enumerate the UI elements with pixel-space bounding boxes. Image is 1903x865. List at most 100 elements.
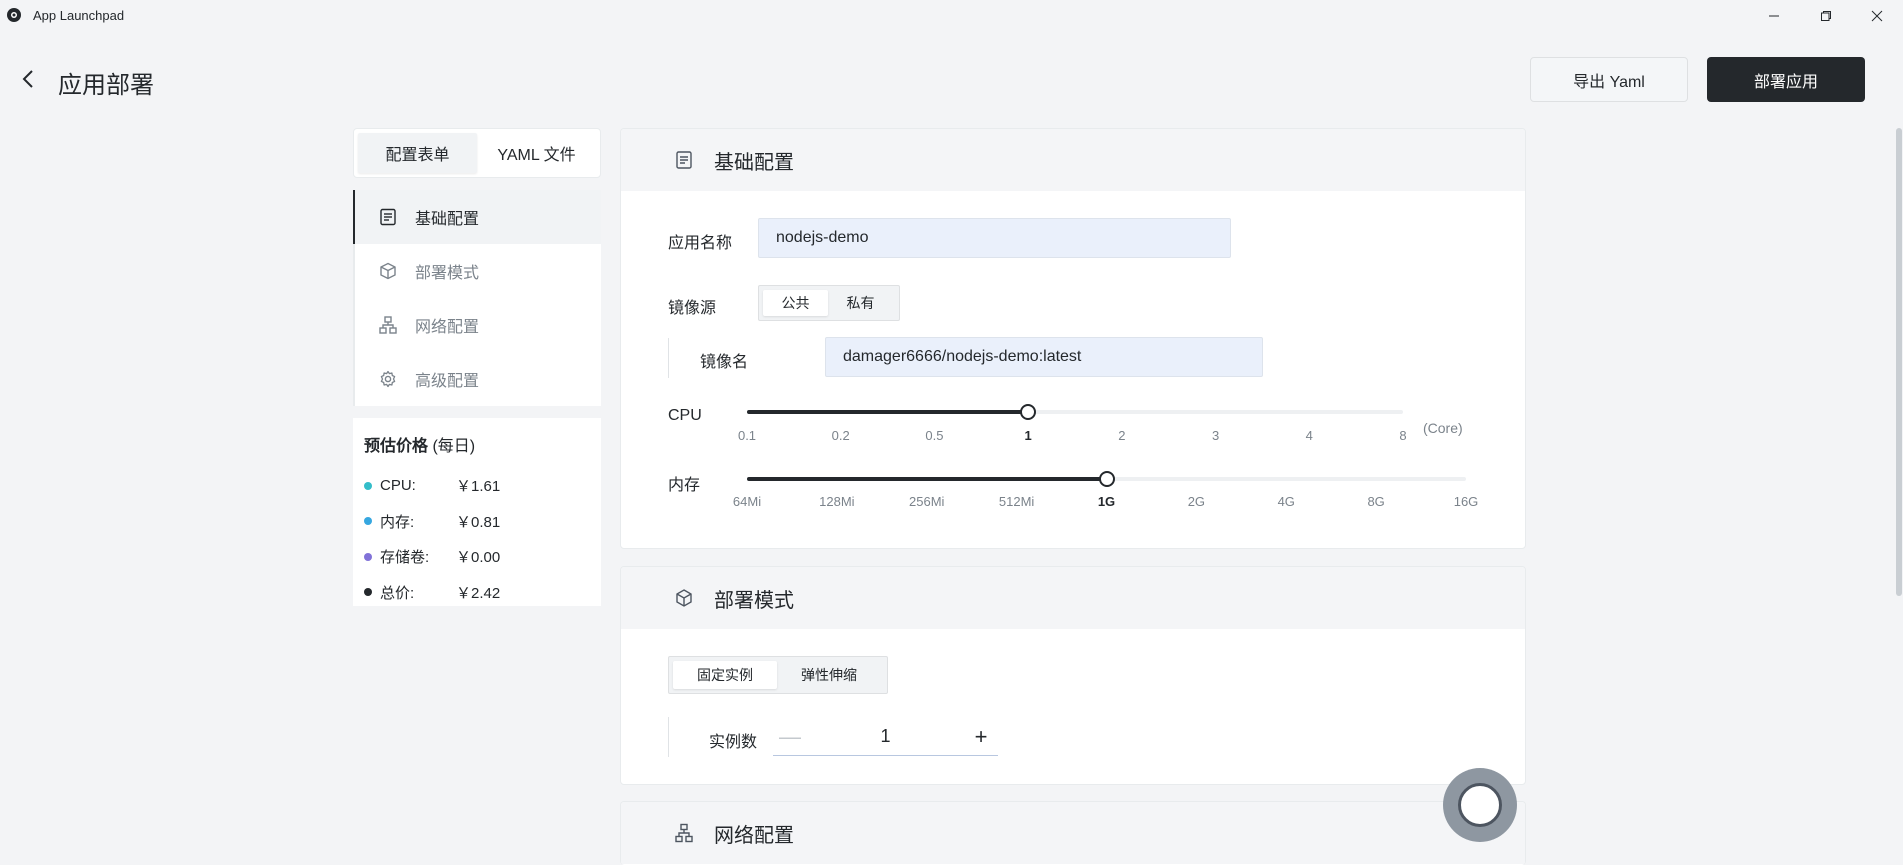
price-panel: 预估价格 (每日) CPU: ￥1.61 内存: ￥0.81 存储卷: ￥0.0… xyxy=(353,418,601,606)
vertical-scrollbar[interactable] xyxy=(1896,128,1902,596)
restore-button[interactable] xyxy=(1800,0,1852,32)
memory-slider-thumb[interactable] xyxy=(1098,471,1115,487)
window-title: App Launchpad xyxy=(33,8,125,23)
instance-count-label: 实例数 xyxy=(709,734,758,751)
price-label: 总价: xyxy=(380,584,415,602)
cpu-unit: (Core) xyxy=(1423,420,1463,436)
memory-tick-label[interactable]: 8G xyxy=(1367,494,1384,509)
cube-icon xyxy=(676,589,692,607)
price-title: 预估价格 (每日) xyxy=(364,432,590,456)
instance-indent-line xyxy=(668,717,669,757)
nav-item-basic-config[interactable]: 基础配置 xyxy=(353,190,601,244)
image-name-input[interactable]: damager6666/nodejs-demo:latest xyxy=(825,337,1263,377)
price-row-memory: 内存: ￥0.81 xyxy=(364,504,590,540)
minimize-button[interactable] xyxy=(1748,0,1800,32)
deploy-mode-fixed[interactable]: 固定实例 xyxy=(673,661,777,689)
nav-item-deploy-mode[interactable]: 部署模式 xyxy=(353,244,601,298)
cpu-tick-label[interactable]: 4 xyxy=(1306,428,1313,443)
cpu-tick-label[interactable]: 0.1 xyxy=(738,428,756,443)
document-icon xyxy=(380,208,396,226)
nav-item-advanced-config[interactable]: 高级配置 xyxy=(353,352,601,406)
document-icon xyxy=(676,151,692,169)
cpu-color-dot xyxy=(364,481,372,490)
nav-item-label: 网络配置 xyxy=(415,319,480,336)
section-title: 基础配置 xyxy=(714,151,794,174)
memory-tick-label[interactable]: 16G xyxy=(1454,494,1479,509)
page-title: 应用部署 xyxy=(58,72,154,99)
section-nav: 基础配置 部署模式 网络配置 高级配置 xyxy=(353,190,601,406)
title-bar: App Launchpad xyxy=(0,0,1903,32)
cpu-label: CPU xyxy=(668,407,702,424)
memory-tick-label[interactable]: 512Mi xyxy=(999,494,1034,509)
cpu-tick-label[interactable]: 2 xyxy=(1118,428,1125,443)
restore-icon xyxy=(1821,11,1831,21)
deploy-mode-autoscale[interactable]: 弹性伸缩 xyxy=(777,661,881,689)
section-title: 网络配置 xyxy=(714,824,794,847)
price-value: ￥0.81 xyxy=(456,513,501,531)
tab-yaml-file[interactable]: YAML 文件 xyxy=(477,133,596,173)
total-color-dot xyxy=(364,588,372,597)
memory-tick-label[interactable]: 64Mi xyxy=(733,494,761,509)
memory-label: 内存 xyxy=(668,477,701,494)
memory-tick-label[interactable]: 256Mi xyxy=(909,494,944,509)
price-value: ￥0.00 xyxy=(456,549,501,567)
increment-button[interactable]: + xyxy=(964,724,998,750)
app-logo-icon xyxy=(7,8,21,22)
app-name-label: 应用名称 xyxy=(668,235,733,252)
decrement-button[interactable]: — xyxy=(773,724,807,750)
close-button[interactable] xyxy=(1851,0,1903,32)
memory-tick-label[interactable]: 4G xyxy=(1278,494,1295,509)
section-title: 部署模式 xyxy=(714,589,794,612)
deploy-mode-header: 部署模式 xyxy=(621,567,1525,629)
network-icon xyxy=(379,316,397,334)
cpu-slider-fill xyxy=(747,410,1029,414)
tab-config-form[interactable]: 配置表单 xyxy=(358,133,477,173)
price-row-cpu: CPU: ￥1.61 xyxy=(364,468,590,504)
gear-icon xyxy=(380,370,396,388)
deploy-mode-toggle: 固定实例 弹性伸缩 xyxy=(668,656,888,694)
cube-icon xyxy=(380,262,396,280)
instance-count-value[interactable]: 1 xyxy=(807,726,964,747)
cpu-tick-label[interactable]: 0.5 xyxy=(925,428,943,443)
cpu-tick-label[interactable]: 3 xyxy=(1212,428,1219,443)
basic-config-header: 基础配置 xyxy=(621,129,1525,191)
image-source-toggle: 公共 私有 xyxy=(758,285,900,321)
network-icon xyxy=(675,823,693,843)
price-value: ￥1.61 xyxy=(456,478,501,496)
nav-item-label: 部署模式 xyxy=(415,265,480,282)
close-icon xyxy=(1871,10,1883,22)
back-arrow-icon[interactable] xyxy=(20,68,38,90)
price-title-text: 预估价格 xyxy=(364,438,429,455)
image-source-public[interactable]: 公共 xyxy=(763,290,828,316)
app-name-input[interactable]: nodejs-demo xyxy=(758,218,1231,258)
memory-tick-label[interactable]: 128Mi xyxy=(819,494,854,509)
cpu-tick-label[interactable]: 0.2 xyxy=(832,428,850,443)
storage-color-dot xyxy=(364,552,372,561)
image-source-label: 镜像源 xyxy=(668,300,717,317)
memory-tick-label[interactable]: 1G xyxy=(1098,494,1115,509)
price-value: ￥2.42 xyxy=(456,584,501,602)
price-label: CPU: xyxy=(380,477,416,495)
floating-button-ring-icon xyxy=(1458,783,1502,827)
price-label: 存储卷: xyxy=(380,549,430,567)
minimize-icon xyxy=(1769,15,1779,17)
nav-item-network-config[interactable]: 网络配置 xyxy=(353,298,601,352)
price-row-storage: 存储卷: ￥0.00 xyxy=(364,539,590,575)
price-subtitle: (每日) xyxy=(432,438,476,455)
memory-color-dot xyxy=(364,517,372,526)
cpu-tick-label[interactable]: 8 xyxy=(1399,428,1406,443)
memory-slider-fill xyxy=(747,477,1107,481)
config-tabs: 配置表单 YAML 文件 xyxy=(353,128,601,178)
floating-assistant-button[interactable] xyxy=(1443,768,1517,842)
network-config-card: 网络配置 xyxy=(620,801,1526,865)
cpu-tick-label[interactable]: 1 xyxy=(1025,428,1032,443)
export-yaml-button[interactable]: 导出 Yaml xyxy=(1530,57,1688,102)
memory-tick-label[interactable]: 2G xyxy=(1188,494,1205,509)
image-name-label: 镜像名 xyxy=(700,354,749,371)
image-source-private[interactable]: 私有 xyxy=(828,290,893,316)
instance-count-stepper: — 1 + xyxy=(773,718,998,756)
nav-item-label: 基础配置 xyxy=(415,211,480,228)
network-config-header: 网络配置 xyxy=(621,802,1525,864)
deploy-app-button[interactable]: 部署应用 xyxy=(1707,57,1865,102)
nav-item-label: 高级配置 xyxy=(415,373,480,390)
